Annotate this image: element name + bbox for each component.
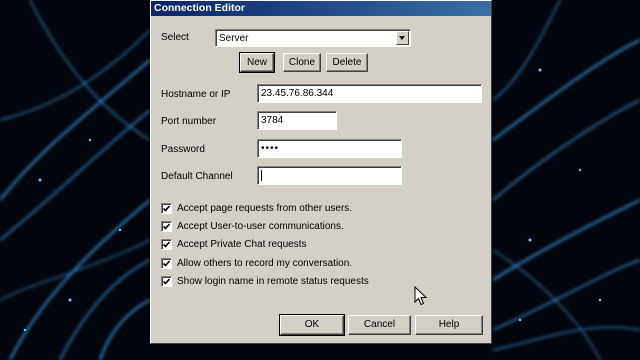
select-label: Select — [161, 32, 189, 43]
accept-page-requests-checkbox[interactable] — [161, 203, 172, 214]
new-button[interactable]: New — [239, 52, 275, 73]
checkmark-icon — [162, 205, 171, 212]
mouse-pointer-icon — [414, 286, 427, 306]
allow-record-label[interactable]: Allow others to record my conversation. — [177, 258, 352, 269]
allow-record-checkbox[interactable] — [161, 258, 172, 269]
delete-button[interactable]: Delete — [326, 53, 368, 72]
show-login-name-label[interactable]: Show login name in remote status request… — [177, 276, 369, 287]
port-field[interactable]: 3784 — [257, 111, 337, 130]
cancel-button[interactable]: Cancel — [348, 315, 411, 335]
accept-private-chat-label[interactable]: Accept Private Chat requests — [177, 239, 307, 250]
password-field[interactable]: •••• — [257, 139, 402, 158]
accept-user-communications-checkbox[interactable] — [161, 221, 172, 232]
default-channel-field[interactable] — [257, 166, 402, 185]
password-label: Password — [161, 144, 205, 155]
hostname-field[interactable]: 23.45.76.86.344 — [257, 84, 482, 103]
clone-button[interactable]: Clone — [283, 53, 321, 72]
chevron-down-icon[interactable] — [396, 31, 409, 45]
server-select-value: Server — [219, 33, 249, 44]
checkmark-icon — [162, 278, 171, 285]
hostname-label: Hostname or IP — [161, 89, 231, 100]
text-caret — [261, 170, 262, 181]
ok-button[interactable]: OK — [279, 314, 345, 336]
accept-private-chat-checkbox[interactable] — [161, 239, 172, 250]
accept-page-requests-label[interactable]: Accept page requests from other users. — [177, 203, 352, 214]
server-select[interactable]: Server — [215, 29, 411, 47]
help-button[interactable]: Help — [415, 315, 483, 335]
channel-label: Default Channel — [161, 171, 233, 182]
checkmark-icon — [162, 260, 171, 267]
port-label: Port number — [161, 116, 217, 127]
connection-editor-dialog: Connection Editor Select Server New Clon… — [150, 0, 492, 344]
show-login-name-checkbox[interactable] — [161, 276, 172, 287]
dialog-title: Connection Editor — [151, 1, 491, 16]
accept-user-communications-label[interactable]: Accept User-to-user communications. — [177, 221, 344, 232]
checkmark-icon — [162, 241, 171, 248]
checkmark-icon — [162, 223, 171, 230]
